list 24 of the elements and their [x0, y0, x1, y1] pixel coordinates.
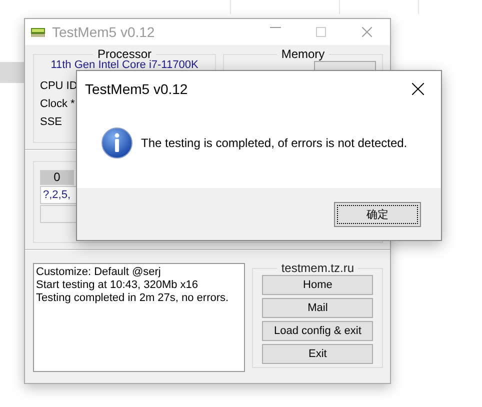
memory-stick-icon — [31, 28, 45, 36]
selected-row — [0, 62, 24, 83]
link-button[interactable]: Exit — [262, 344, 373, 364]
dialog-message: The testing is completed, of errors is not detected. — [141, 136, 408, 150]
minimize-icon[interactable] — [270, 27, 280, 28]
cpu-name: 11th Gen Intel Core i7-11700K — [50, 59, 200, 71]
info-icon — [101, 126, 133, 158]
group-title: Processor — [96, 47, 152, 61]
link-button[interactable]: Home — [262, 275, 373, 295]
test-tab[interactable]: 0 — [40, 170, 74, 185]
field-label: Clock * — [40, 98, 75, 110]
link-button[interactable]: Load config & exit — [262, 321, 373, 341]
log-line: Customize: Default @serj — [36, 266, 161, 278]
group-title: testmem.tz.ru — [280, 261, 356, 275]
close-icon[interactable] — [412, 83, 424, 95]
maximize-icon[interactable] — [316, 27, 326, 37]
link-button[interactable]: Mail — [262, 298, 373, 318]
group-title: Memory — [280, 47, 326, 61]
window-title: TestMem5 v0.12 — [52, 24, 156, 40]
log-line: Testing completed in 2m 27s, no errors. — [36, 292, 229, 304]
field-label: SSE — [40, 116, 62, 128]
dialog-title: TestMem5 v0.12 — [85, 81, 189, 97]
log-line: Start testing at 10:43, 320Mb x16 — [36, 279, 198, 291]
ok-button[interactable]: 确定 — [334, 202, 421, 226]
